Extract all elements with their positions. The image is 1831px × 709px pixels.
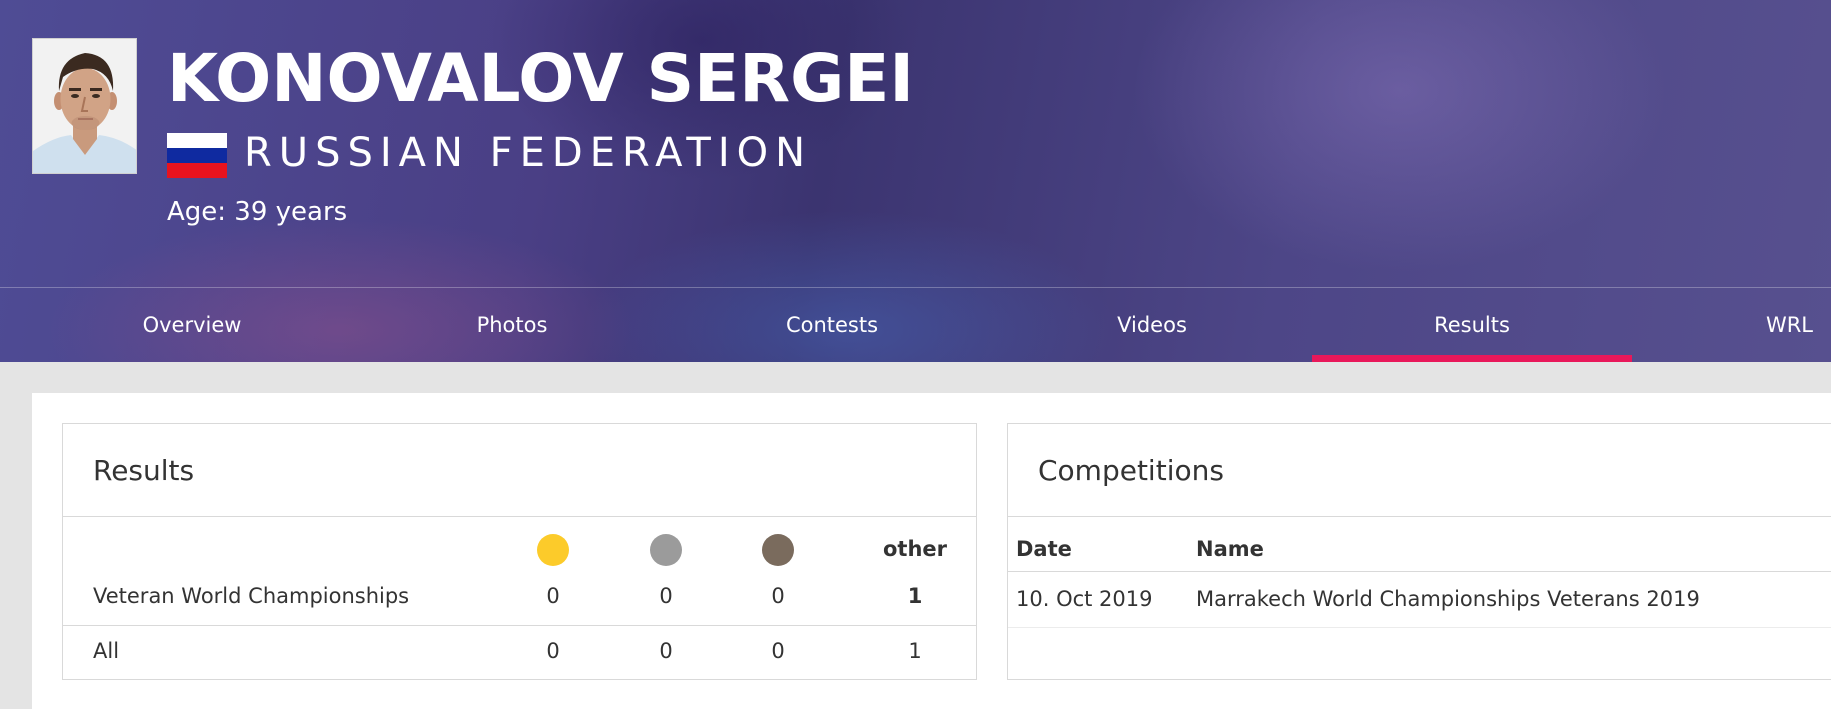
gold-count: 0 — [546, 584, 560, 608]
other-column-header: other — [882, 537, 947, 561]
other-count: 1 — [907, 584, 923, 608]
tab-overview[interactable]: Overview — [32, 288, 352, 362]
tab-label: Contests — [785, 313, 879, 337]
competition-date: 10. Oct 2019 — [1016, 587, 1153, 611]
athlete-country: RUSSIAN FEDERATION — [244, 130, 813, 176]
competitions-title: Competitions — [1038, 453, 1224, 487]
tab-label: Overview — [142, 313, 242, 337]
results-card: Results other Veteran World Championship… — [62, 423, 977, 680]
russia-flag-icon — [167, 133, 227, 178]
tab-videos[interactable]: Videos — [992, 288, 1312, 362]
tab-label: Videos — [1117, 313, 1187, 337]
header-divider — [1008, 571, 1831, 572]
bronze-total: 0 — [771, 639, 785, 663]
tab-label: Photos — [476, 313, 548, 337]
bronze-medal-icon — [762, 534, 794, 566]
tab-contests[interactable]: Contests — [672, 288, 992, 362]
tab-photos[interactable]: Photos — [352, 288, 672, 362]
competition-name-link[interactable]: Marrakech World Championships Veterans 2… — [1196, 587, 1700, 611]
bronze-count: 0 — [771, 584, 785, 608]
other-total: 1 — [908, 639, 922, 663]
results-total-label: All — [93, 639, 120, 663]
athlete-photo — [32, 38, 137, 174]
portrait-image — [33, 39, 136, 173]
results-row-label[interactable]: Veteran World Championships — [93, 584, 409, 608]
athlete-header: KONOVALOV SERGEI RUSSIAN FEDERATION Age:… — [0, 0, 1831, 362]
silver-total: 0 — [659, 639, 673, 663]
tab-label: WRL — [1765, 313, 1813, 337]
tab-results[interactable]: Results — [1312, 288, 1632, 362]
card-divider — [63, 516, 976, 517]
flag-stripe-blue — [167, 148, 227, 163]
tab-label: Results — [1434, 313, 1510, 337]
content-panel: Results other Veteran World Championship… — [32, 393, 1831, 709]
row-divider — [1008, 627, 1831, 628]
flag-stripe-red — [167, 163, 227, 178]
tab-wrl[interactable]: WRL — [1632, 288, 1831, 362]
gold-medal-icon — [537, 534, 569, 566]
results-title: Results — [93, 453, 195, 487]
row-divider — [63, 625, 976, 626]
silver-count: 0 — [659, 584, 673, 608]
competitions-card: Competitions Date Name 10. Oct 2019 Marr… — [1007, 423, 1831, 680]
active-tab-indicator — [1312, 355, 1632, 362]
card-divider — [1008, 516, 1831, 517]
name-column-header: Name — [1196, 537, 1264, 561]
athlete-name: KONOVALOV SERGEI — [167, 40, 914, 117]
gold-total: 0 — [546, 639, 560, 663]
flag-stripe-white — [167, 133, 227, 148]
athlete-age: Age: 39 years — [167, 197, 348, 227]
date-column-header: Date — [1016, 537, 1072, 561]
silver-medal-icon — [650, 534, 682, 566]
